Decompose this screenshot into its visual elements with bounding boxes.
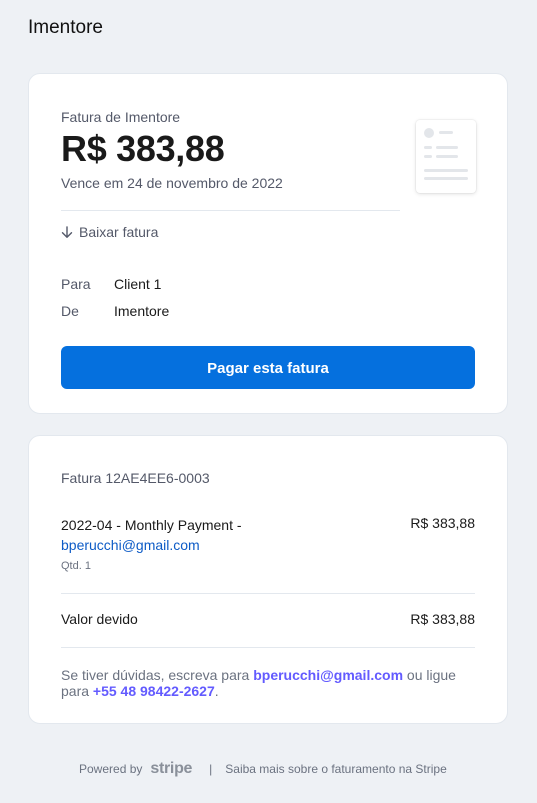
help-email-link[interactable]: bperucchi@gmail.com — [253, 667, 403, 683]
amount-due-label: Valor devido — [61, 611, 138, 627]
line-item-email: bperucchi@gmail.com — [61, 537, 200, 553]
invoice-details-card: Fatura 12AE4EE6-0003 2022-04 - Monthly P… — [28, 435, 508, 724]
divider — [61, 593, 475, 594]
sender-row: De Imentore — [61, 303, 169, 319]
recipient-label: Para — [61, 276, 91, 292]
line-item-title: 2022-04 - Monthly Payment - — [61, 517, 242, 533]
invoice-from-label: Fatura de Imentore — [61, 109, 181, 125]
help-prefix: Se tiver dúvidas, escreva para — [61, 667, 250, 683]
help-suffix: . — [214, 683, 219, 699]
pay-invoice-button[interactable]: Pagar esta fatura — [61, 346, 475, 389]
due-date: Vence em 24 de novembro de 2022 — [61, 175, 283, 191]
stripe-logo[interactable]: stripe — [150, 760, 192, 778]
sender-label: De — [61, 303, 79, 319]
invoice-number: Fatura 12AE4EE6-0003 — [61, 470, 210, 486]
line-item-quantity: Qtd. 1 — [61, 560, 91, 572]
help-phone-link[interactable]: +55 48 98422-2627 — [93, 683, 215, 699]
download-invoice-label: Baixar fatura — [79, 224, 159, 240]
amount-due-value: R$ 383,88 — [410, 611, 475, 627]
powered-by-label: Powered by — [79, 762, 143, 776]
recipient-row: Para Client 1 — [61, 276, 161, 292]
divider — [61, 210, 400, 211]
learn-more-link[interactable]: Saiba mais sobre o faturamento na Stripe — [225, 762, 446, 776]
merchant-name: Imentore — [28, 17, 103, 38]
line-item-price: R$ 383,88 — [410, 515, 475, 531]
divider — [61, 647, 475, 648]
invoice-summary-card: Fatura de Imentore R$ 383,88 Vence em 24… — [28, 73, 508, 414]
help-text: Se tiver dúvidas, escreva para bperucchi… — [61, 667, 481, 699]
recipient-value: Client 1 — [114, 276, 162, 292]
invoice-document-icon — [416, 120, 476, 193]
line-item-description: 2022-04 - Monthly Payment - bperucchi@gm… — [61, 515, 301, 555]
download-arrow-icon — [61, 225, 73, 239]
invoice-amount: R$ 383,88 — [61, 128, 225, 169]
footer: Powered by stripe | Saiba mais sobre o f… — [79, 760, 447, 778]
footer-separator: | — [209, 762, 213, 776]
download-invoice-link[interactable]: Baixar fatura — [61, 224, 158, 240]
sender-value: Imentore — [114, 303, 170, 319]
